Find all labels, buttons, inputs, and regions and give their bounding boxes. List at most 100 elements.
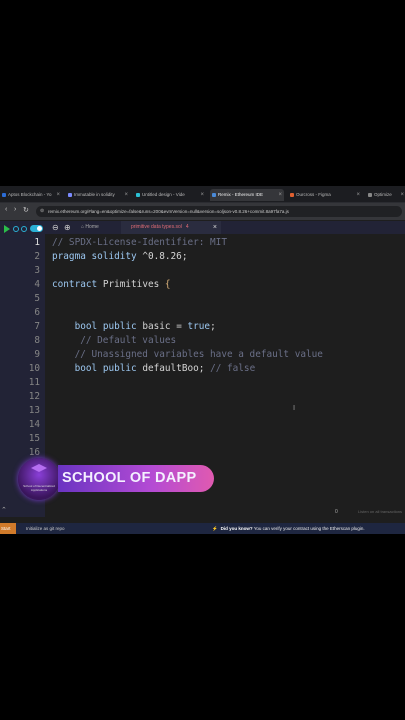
browser-tab[interactable]: Aptos Blockchain - Yo × xyxy=(0,189,62,201)
code-token: pragma solidity xyxy=(52,251,143,262)
school-of-dapp-banner: SCHOOL OF DAPP xyxy=(58,465,214,492)
run-icon[interactable] xyxy=(4,225,10,233)
browser-tab[interactable]: Ourcross - Figma × xyxy=(288,189,362,201)
line-number: 10 xyxy=(28,363,40,374)
code-token: Primitives xyxy=(102,279,165,290)
autocompile-toggle[interactable] xyxy=(30,225,43,232)
status-bar: Start Initialize as git repo ⚡ Did you kn… xyxy=(0,523,405,534)
code-line[interactable]: 11 xyxy=(0,376,405,390)
zoom-in-icon[interactable]: ⊕ xyxy=(64,223,71,232)
browser-tab-label: Optimize xyxy=(374,192,392,197)
site-info-icon[interactable]: ⊚ xyxy=(40,208,44,214)
file-tab-count: 4 xyxy=(185,224,189,230)
line-number: 5 xyxy=(34,293,40,304)
code-token: // Default values xyxy=(52,335,177,346)
code-text: pragma solidity ^0.8.26; xyxy=(52,250,187,264)
line-number: 3 xyxy=(34,265,40,276)
code-token: ; xyxy=(210,321,216,332)
init-git-link[interactable]: Initialize as git repo xyxy=(26,523,65,534)
browser-tab[interactable]: Immutable in solidity × xyxy=(66,189,130,201)
browser-tab-label: Untitled design - Vide xyxy=(142,192,185,197)
code-token: true xyxy=(187,321,211,332)
debug-icon[interactable] xyxy=(21,226,27,232)
close-icon[interactable]: × xyxy=(213,221,217,234)
tip-title: Did you know? xyxy=(220,526,253,531)
code-line[interactable]: 6 xyxy=(0,306,405,320)
code-line[interactable]: 16 xyxy=(0,446,405,460)
code-text: contract Primitives { xyxy=(52,278,171,292)
close-tab-icon[interactable]: × xyxy=(124,189,128,201)
close-tab-icon[interactable]: × xyxy=(356,189,360,201)
code-line[interactable]: 13 xyxy=(0,404,405,418)
graduation-cap-icon xyxy=(31,464,47,472)
home-icon: ⌂ xyxy=(81,224,85,230)
tab-primitive-data-types[interactable]: primitive data types.sol 4 × xyxy=(121,221,221,234)
close-tab-icon[interactable]: × xyxy=(200,189,204,201)
line-number: 1 xyxy=(34,237,40,248)
line-number: 2 xyxy=(34,251,40,262)
browser-tab[interactable]: Untitled design - Vide × xyxy=(134,189,206,201)
start-button[interactable]: Start xyxy=(0,523,16,534)
screen-recording: Aptos Blockchain - Yo × Immutable in solid… xyxy=(0,186,405,534)
code-line[interactable]: 9 // Unassigned variables have a default… xyxy=(0,348,405,362)
browser-tab[interactable]: Remix - Ethereum IDE × xyxy=(210,189,284,201)
line-number: 4 xyxy=(34,279,40,290)
browser-tab-label: Aptos Blockchain - Yo xyxy=(8,192,52,197)
code-line[interactable]: 3 xyxy=(0,264,405,278)
code-token: contract xyxy=(52,279,103,290)
browser-tab[interactable]: Optimize × xyxy=(366,189,405,201)
close-tab-icon[interactable]: × xyxy=(400,189,404,201)
code-token: defaultBoo; xyxy=(142,363,211,374)
code-line[interactable]: 5 xyxy=(0,292,405,306)
mouse-cursor-icon: I xyxy=(293,404,296,412)
code-text: // SPDX-License-Identifier: MIT xyxy=(52,236,227,250)
school-of-dapp-logo: School of Decentralized Applications xyxy=(18,458,60,500)
editor-tab-bar: ⊖ ⊕ ⌂ Home primitive data types.sol 4 × xyxy=(45,221,405,234)
settings-icon[interactable] xyxy=(13,226,19,232)
zoom-out-icon[interactable]: ⊖ xyxy=(52,223,59,232)
listen-transactions-toggle[interactable]: Listen on all transactions xyxy=(358,509,402,514)
line-number: 13 xyxy=(28,405,40,416)
file-tab-label: primitive data types.sol xyxy=(131,224,182,230)
close-tab-icon[interactable]: × xyxy=(278,189,282,201)
reload-icon[interactable]: ↻ xyxy=(23,206,29,214)
code-line[interactable]: 12 xyxy=(0,390,405,404)
url-field[interactable]: remix.ethereum.org/#lang=en&optimize=fal… xyxy=(36,206,402,217)
code-token: // SPDX-License-Identifier: MIT xyxy=(52,237,227,248)
line-number: 11 xyxy=(28,377,40,388)
tab-home[interactable]: ⌂ Home xyxy=(81,221,117,234)
back-icon[interactable]: ‹ xyxy=(5,206,7,213)
favicon-icon xyxy=(136,193,140,197)
did-you-know-tip: ⚡ Did you know? You can verify your contr… xyxy=(212,523,365,534)
code-token: public xyxy=(102,363,143,374)
banner-text: SCHOOL OF DAPP xyxy=(62,470,197,486)
code-token: basic = xyxy=(142,321,188,332)
code-line[interactable]: 2 pragma solidity ^0.8.26; xyxy=(0,250,405,264)
chevron-up-icon[interactable]: ⌃ xyxy=(1,506,7,514)
close-tab-icon[interactable]: × xyxy=(56,189,60,201)
code-line[interactable]: 14 xyxy=(0,418,405,432)
code-line[interactable]: 15 xyxy=(0,432,405,446)
code-line[interactable]: 4 contract Primitives { xyxy=(0,278,405,292)
browser-tab-label: Remix - Ethereum IDE xyxy=(218,192,264,197)
code-line[interactable]: 1 // SPDX-License-Identifier: MIT xyxy=(0,236,405,250)
code-text: bool public defaultBoo; // false xyxy=(52,362,256,376)
line-number: 6 xyxy=(34,307,40,318)
code-line[interactable]: 8 // Default values xyxy=(0,334,405,348)
forward-icon[interactable]: › xyxy=(14,206,16,213)
terminal-count: 0 xyxy=(335,509,338,515)
browser-tab-label: Immutable in solidity xyxy=(74,192,115,197)
browser-tab-bar: Aptos Blockchain - Yo × Immutable in solid… xyxy=(0,186,405,203)
bolt-icon: ⚡ xyxy=(212,526,218,531)
code-token: // false xyxy=(210,363,256,374)
line-number: 12 xyxy=(28,391,40,402)
tip-text: You can verify your contract using the E… xyxy=(253,526,365,531)
favicon-icon xyxy=(68,193,72,197)
line-number: 8 xyxy=(34,335,40,346)
code-line[interactable]: 7 bool public basic = true; xyxy=(0,320,405,334)
favicon-icon xyxy=(290,193,294,197)
code-token: ^0.8.26; xyxy=(142,251,188,262)
code-line[interactable]: 10 bool public defaultBoo; // false xyxy=(0,362,405,376)
code-text: bool public basic = true; xyxy=(52,320,216,334)
favicon-icon xyxy=(2,193,6,197)
